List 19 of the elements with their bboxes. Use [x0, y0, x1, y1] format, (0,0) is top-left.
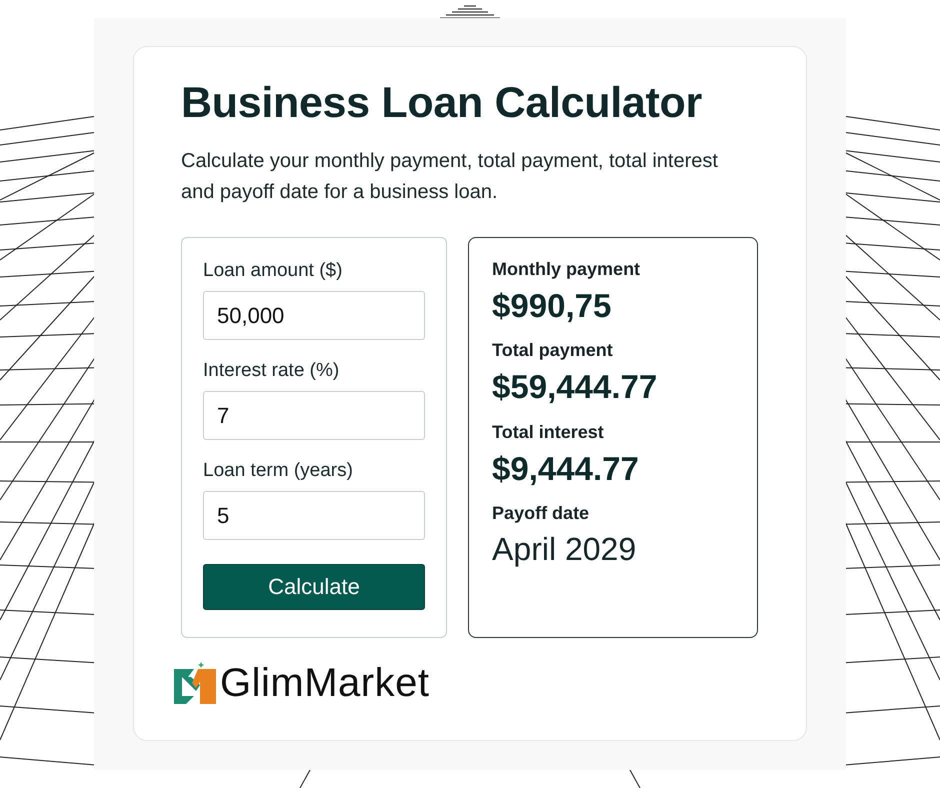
field-label: Loan term (years) [203, 460, 354, 482]
calculate-button[interactable]: Calculate [203, 564, 425, 610]
result-label: Total interest [492, 422, 605, 443]
input-field[interactable]: 5 [203, 491, 425, 540]
result-value: $59,444.77 [492, 369, 658, 406]
result-value: April 2029 [492, 532, 638, 568]
input-field[interactable]: 50,000 [203, 291, 425, 340]
result-label: Monthly payment [492, 259, 642, 280]
result-label: Payoff date [492, 502, 590, 524]
result-label: Total payment [492, 340, 614, 362]
result-value: $9,444.77 [492, 450, 640, 487]
input-field[interactable]: 7 [203, 391, 425, 440]
field-label: Loan amount ($) [203, 260, 344, 282]
field-label: Interest rate (%) [203, 360, 340, 382]
logo-icon [174, 662, 216, 704]
description-text: Calculate your monthly payment, total payment, total interest and payoff date for a business loan. [181, 149, 719, 205]
result-value: $990,75 [492, 288, 612, 324]
brand-name: GlimMarket [220, 663, 430, 703]
page-title: Business Loan Calculator [181, 79, 703, 128]
